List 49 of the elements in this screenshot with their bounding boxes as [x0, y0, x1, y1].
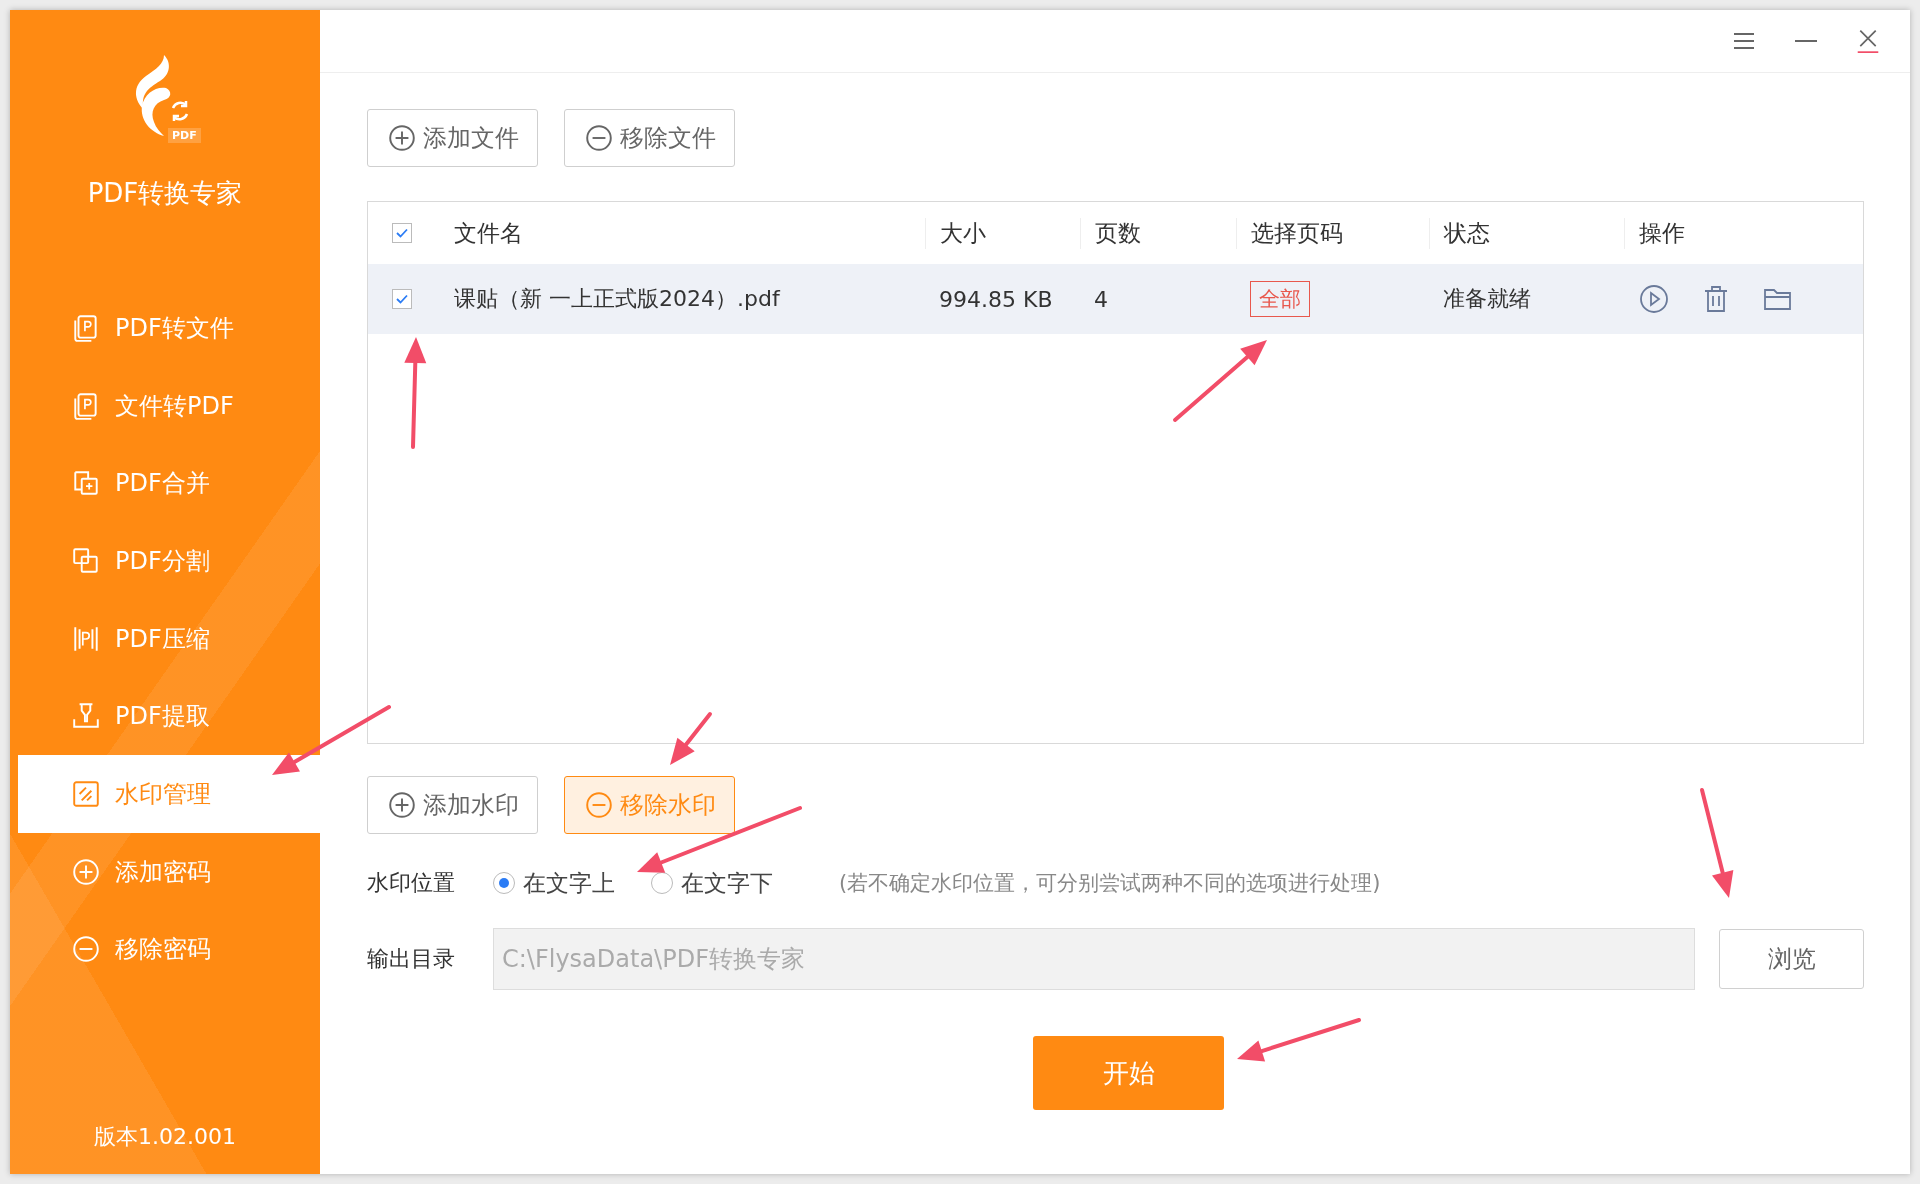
- radio-label[interactable]: 在文字上: [523, 867, 615, 899]
- radio-label[interactable]: 在文字下: [681, 867, 773, 899]
- plus-circle-icon: [386, 123, 417, 153]
- hint-text: (若不确定水印位置，可分别尝试两种不同的选项进行处理): [839, 870, 1381, 897]
- column-header: 状态: [1429, 217, 1638, 249]
- table-cell-text: 4: [1094, 286, 1109, 312]
- toolbar-button[interactable]: 移除水印: [564, 776, 735, 834]
- sidebar-item[interactable]: 添加密码: [18, 832, 320, 911]
- field-label: 水印位置: [367, 869, 456, 897]
- plus-circle-icon: [71, 856, 101, 887]
- sidebar-item[interactable]: 水印管理: [18, 755, 320, 833]
- app-name: PDF转换专家: [86, 177, 244, 210]
- start-button[interactable]: 开始: [1033, 1036, 1224, 1110]
- sidebar-item[interactable]: PDF合并: [18, 444, 320, 523]
- sidebar-item[interactable]: PDF转文件: [18, 289, 320, 367]
- toolbar-button[interactable]: 移除文件: [564, 109, 735, 167]
- radio-button[interactable]: [651, 872, 673, 894]
- sidebar-item[interactable]: 文件转PDF: [18, 366, 320, 445]
- column-header: 文件名: [453, 218, 524, 248]
- plus-circle-icon: [386, 790, 417, 820]
- sidebar-item[interactable]: PDF提取: [18, 677, 320, 756]
- table-cell-text: 994.85 KB: [939, 286, 1054, 312]
- page-range-tag[interactable]: 全部: [1250, 281, 1310, 317]
- column-header: 选择页码: [1236, 217, 1443, 249]
- sidebar-item[interactable]: PDF分割: [18, 522, 320, 600]
- split-icon: [71, 545, 101, 576]
- file-row[interactable]: 课贴（新 一上正式版2024）.pdf 994.85 KB 4 全部 准备就绪: [368, 264, 1863, 334]
- sidebar-item[interactable]: PDF压缩: [18, 599, 320, 678]
- minus-circle-icon: [583, 790, 614, 820]
- column-header: 页数: [1080, 217, 1250, 249]
- version-label: 版本1.02.001: [93, 1123, 237, 1151]
- watermark-icon: [71, 778, 101, 809]
- field-label: 输出目录: [367, 945, 456, 973]
- column-header: 大小: [925, 217, 1094, 249]
- logo-badge: PDF: [168, 128, 201, 143]
- column-header: 操作: [1624, 217, 1863, 249]
- toolbar-button[interactable]: 添加文件: [367, 109, 538, 167]
- toolbar-button[interactable]: 添加水印: [367, 776, 538, 834]
- sidebar-item[interactable]: 移除密码: [18, 910, 320, 989]
- table-cell-text: 课贴（新 一上正式版2024）.pdf: [454, 285, 782, 313]
- play-icon[interactable]: [1638, 283, 1670, 315]
- checkbox[interactable]: [392, 289, 412, 309]
- annotation-arrow: [670, 712, 712, 765]
- minus-circle-icon: [71, 934, 101, 965]
- minus-circle-icon: [583, 123, 614, 153]
- close-icon[interactable]: [1856, 29, 1880, 53]
- table-cell-text: 准备就绪: [1443, 285, 1532, 313]
- radio-button[interactable]: [493, 872, 515, 894]
- checkbox[interactable]: [392, 223, 412, 243]
